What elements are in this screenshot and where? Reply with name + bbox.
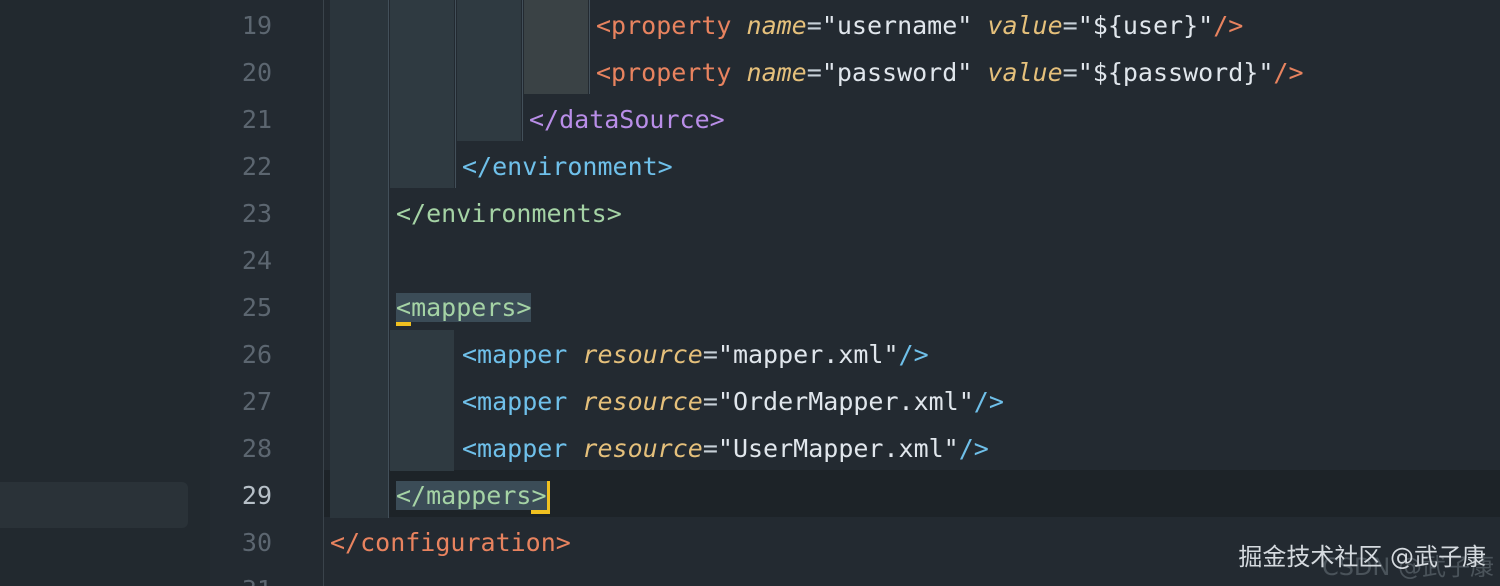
xml-attribute: value xyxy=(987,58,1063,87)
indent-guide-line xyxy=(522,0,523,141)
xml-attribute: name xyxy=(746,11,807,40)
xml-value: "username" xyxy=(821,11,973,40)
xml-value: "password" xyxy=(821,58,973,87)
line-number: 19 xyxy=(241,11,272,40)
line-number: 26 xyxy=(241,340,272,369)
code-line-28: <mapper resource="UserMapper.xml"/> xyxy=(462,434,989,463)
xml-attribute: resource xyxy=(582,340,703,369)
watermark: 掘金技术社区 @武子康 xyxy=(1238,543,1486,571)
xml-tag: </mappers xyxy=(396,481,532,510)
code-line-25: <mappers> xyxy=(396,284,532,331)
line-number: 20 xyxy=(241,58,272,87)
indent-guide-line xyxy=(388,0,389,518)
code-line-21: </dataSource> xyxy=(529,105,725,134)
line-number: 23 xyxy=(241,199,272,228)
xml-attribute: value xyxy=(987,11,1063,40)
brace-match-highlight: </mappers> xyxy=(396,481,550,514)
line-number: 30 xyxy=(241,528,272,557)
indent-guide-block xyxy=(330,0,388,188)
xml-tag-close: /> xyxy=(958,434,989,463)
code-line-20: <property name="password" value="${passw… xyxy=(596,58,1304,87)
line-number: 22 xyxy=(241,152,272,181)
line-number: 25 xyxy=(241,293,272,322)
code-line-19: <property name="username" value="${user}… xyxy=(596,11,1244,40)
xml-attribute: resource xyxy=(582,387,703,416)
xml-tag-close: /> xyxy=(898,340,929,369)
code-line-23: </environments> xyxy=(396,199,622,228)
line-number: 28 xyxy=(241,434,272,463)
indent-guide-line xyxy=(589,0,590,94)
code-line-29: </mappers> xyxy=(396,472,550,519)
xml-value: "OrderMapper.xml" xyxy=(717,387,974,416)
xml-value: "${user}" xyxy=(1077,11,1214,40)
xml-tag-close: /> xyxy=(1273,58,1304,87)
brace-match-highlight: <mappers> xyxy=(396,293,532,326)
xml-tag: <property xyxy=(596,58,732,87)
code-line-26: <mapper resource="mapper.xml"/> xyxy=(462,340,929,369)
indent-guide-block xyxy=(390,330,454,471)
line-number: 21 xyxy=(241,105,272,134)
code-line-22: </environment> xyxy=(462,152,673,181)
code-line-30: </configuration> xyxy=(330,528,571,557)
line-number-gutter[interactable]: 19 20 21 22 23 24 25 26 27 28 29 30 31 xyxy=(210,0,324,586)
line-number: 27 xyxy=(241,387,272,416)
line-number-current: 29 xyxy=(241,481,272,510)
xml-tag-close: /> xyxy=(973,387,1004,416)
xml-attribute: resource xyxy=(582,434,703,463)
indent-guide-block xyxy=(390,0,454,188)
xml-tag-close: /> xyxy=(1213,11,1244,40)
xml-value: "UserMapper.xml" xyxy=(717,434,959,463)
indent-guide-block xyxy=(330,188,388,518)
line-number: 31 xyxy=(210,566,272,586)
xml-tag: mappers> xyxy=(411,293,532,322)
indent-guide-block xyxy=(457,0,521,141)
code-editor[interactable]: <property name="username" value="${user}… xyxy=(324,0,1500,586)
xml-tag: <mapper xyxy=(462,434,568,463)
xml-tag: <property xyxy=(596,11,732,40)
xml-tag: <mapper xyxy=(462,387,568,416)
line-number: 24 xyxy=(241,246,272,275)
xml-value: "${password}" xyxy=(1077,58,1274,87)
code-line-27: <mapper resource="OrderMapper.xml"/> xyxy=(462,387,1004,416)
indent-guide-block xyxy=(524,0,588,94)
selected-panel-row[interactable] xyxy=(0,482,188,528)
indent-guide-line xyxy=(455,0,456,188)
xml-attribute: name xyxy=(746,58,807,87)
caret-position: < xyxy=(396,293,412,326)
xml-tag: <mapper xyxy=(462,340,568,369)
xml-value: "mapper.xml" xyxy=(717,340,899,369)
caret-position: > xyxy=(531,481,550,514)
